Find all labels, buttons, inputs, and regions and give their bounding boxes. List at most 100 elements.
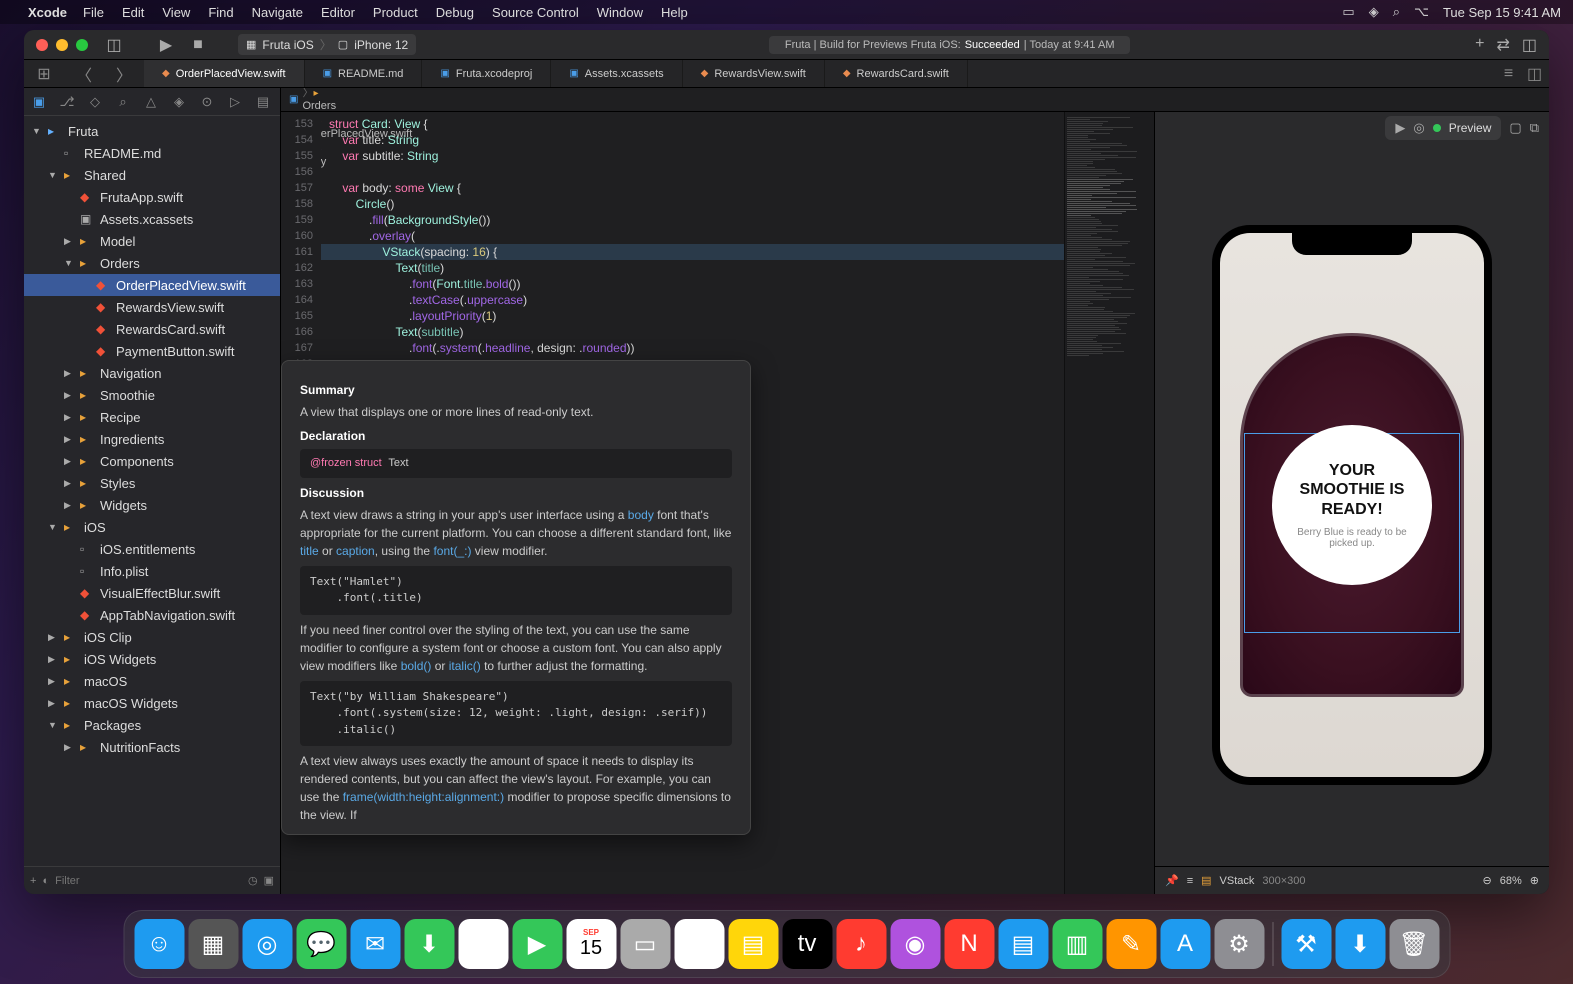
breakpoint-navigator-tab[interactable]: ▷ (226, 94, 244, 110)
filter-scope-button[interactable]: ◐ (42, 875, 49, 887)
disclosure-triangle-icon[interactable]: ▶ (64, 236, 76, 247)
stop-button[interactable]: ■ (186, 35, 210, 55)
tree-item-recipe[interactable]: ▶▸Recipe (24, 406, 280, 428)
add-target-button[interactable]: + (30, 875, 36, 887)
report-navigator-tab[interactable]: ▤ (254, 94, 272, 110)
tree-item-smoothie[interactable]: ▶▸Smoothie (24, 384, 280, 406)
tree-item-rewardsview-swift[interactable]: ◆RewardsView.swift (24, 296, 280, 318)
disclosure-triangle-icon[interactable]: ▶ (48, 632, 60, 643)
datetime[interactable]: Tue Sep 15 9:41 AM (1443, 5, 1561, 20)
disclosure-triangle-icon[interactable]: ▶ (48, 676, 60, 687)
tree-item-ios[interactable]: ▼▸iOS (24, 516, 280, 538)
preview-on-device-button[interactable]: ◎ (1413, 120, 1424, 136)
menu-source-control[interactable]: Source Control (492, 5, 579, 20)
tree-item-readme-md[interactable]: ▫README.md (24, 142, 280, 164)
disclosure-triangle-icon[interactable]: ▼ (32, 126, 44, 136)
tree-item-orderplacedview-swift[interactable]: ◆OrderPlacedView.swift (24, 274, 280, 296)
toggle-inspectors-button[interactable]: ◫ (1522, 35, 1537, 55)
battery-icon[interactable]: ▭ (1342, 4, 1354, 20)
dock-downloads-icon[interactable]: ⬇ (1335, 919, 1385, 969)
zoom-in-button[interactable]: ⊕ (1530, 874, 1539, 887)
debug-navigator-tab[interactable]: ⊙ (198, 94, 216, 110)
filter-input[interactable] (55, 875, 242, 887)
jump-bar[interactable]: ▣ ▸Fruta〉▸Shared〉▸Orders〉◆OrderPlacedVie… (281, 88, 1549, 112)
tab-fruta-xcodeproj[interactable]: ▣Fruta.xcodeproj (422, 60, 551, 87)
menu-editor[interactable]: Editor (321, 5, 355, 20)
dock-finder-icon[interactable]: ☺ (134, 919, 184, 969)
disclosure-triangle-icon[interactable]: ▶ (64, 390, 76, 401)
adjust-editor-button[interactable]: ◫ (1527, 64, 1542, 84)
activity-viewer[interactable]: Fruta | Build for Previews Fruta iOS: Su… (769, 36, 1131, 54)
menu-edit[interactable]: Edit (122, 5, 144, 20)
run-button[interactable]: ▶ (154, 35, 178, 55)
wifi-icon[interactable]: ◈ (1369, 4, 1379, 20)
canvas-viewport[interactable]: YOUR SMOOTHIE IS READY! Berry Blue is re… (1155, 144, 1549, 866)
dock-numbers-icon[interactable]: ▥ (1052, 919, 1102, 969)
doc-link-bold[interactable]: bold() (401, 659, 432, 673)
tab-rewardsview-swift[interactable]: ◆RewardsView.swift (683, 60, 825, 87)
dock-xcode-icon[interactable]: ⚒ (1281, 919, 1331, 969)
nav-back-button[interactable]: 〈 (64, 60, 104, 87)
menu-find[interactable]: Find (208, 5, 233, 20)
symbol-navigator-tab[interactable]: ◇ (86, 94, 104, 110)
jumpbar-orders[interactable]: Orders (302, 100, 412, 112)
tree-item-visualeffectblur-swift[interactable]: ◆VisualEffectBlur.swift (24, 582, 280, 604)
dock-messages-icon[interactable]: 💬 (296, 919, 346, 969)
dock-podcasts-icon[interactable]: ◉ (890, 919, 940, 969)
disclosure-triangle-icon[interactable]: ▶ (64, 368, 76, 379)
doc-link-frame[interactable]: frame(width:height:alignment:) (343, 790, 504, 804)
live-preview-button[interactable]: ▶ (1395, 120, 1405, 136)
issue-navigator-tab[interactable]: △ (142, 94, 160, 110)
tree-item-ios-entitlements[interactable]: ▫iOS.entitlements (24, 538, 280, 560)
tree-item-components[interactable]: ▶▸Components (24, 450, 280, 472)
dock-calendar-icon[interactable]: SEP15 (566, 919, 616, 969)
disclosure-triangle-icon[interactable]: ▶ (64, 456, 76, 467)
disclosure-triangle-icon[interactable]: ▶ (64, 500, 76, 511)
add-button[interactable]: + (1475, 35, 1484, 55)
tree-item-model[interactable]: ▶▸Model (24, 230, 280, 252)
view-hierarchy-button[interactable]: ≡ (1187, 875, 1193, 887)
dock-facetime-icon[interactable]: ▶ (512, 919, 562, 969)
tree-item-paymentbutton-swift[interactable]: ◆PaymentButton.swift (24, 340, 280, 362)
duplicate-preview-button[interactable]: ⧉ (1530, 120, 1539, 136)
tree-item-assets-xcassets[interactable]: ▣Assets.xcassets (24, 208, 280, 230)
minimize-window-button[interactable] (56, 39, 68, 51)
dock-mail-icon[interactable]: ✉ (350, 919, 400, 969)
tree-item-apptabnavigation-swift[interactable]: ◆AppTabNavigation.swift (24, 604, 280, 626)
tree-item-orders[interactable]: ▼▸Orders (24, 252, 280, 274)
disclosure-triangle-icon[interactable]: ▶ (64, 434, 76, 445)
disclosure-triangle-icon[interactable]: ▼ (48, 522, 60, 532)
zoom-level[interactable]: 68% (1500, 875, 1522, 887)
disclosure-triangle-icon[interactable]: ▼ (48, 720, 60, 730)
tab-assets-xcassets[interactable]: ▣Assets.xcassets (551, 60, 682, 87)
tree-item-navigation[interactable]: ▶▸Navigation (24, 362, 280, 384)
source-control-navigator-tab[interactable]: ⎇ (58, 94, 76, 110)
scheme-selector[interactable]: ▦ Fruta iOS 〉 ▢ iPhone 12 (238, 34, 416, 55)
doc-link-italic[interactable]: italic() (449, 659, 481, 673)
dock-safari-icon[interactable]: ◎ (242, 919, 292, 969)
close-window-button[interactable] (36, 39, 48, 51)
app-name[interactable]: Xcode (28, 5, 67, 20)
find-navigator-tab[interactable]: ⌕ (114, 94, 132, 110)
menu-window[interactable]: Window (597, 5, 643, 20)
dock-photos-icon[interactable]: ✿ (458, 919, 508, 969)
device-settings-button[interactable]: ▢ (1509, 120, 1521, 136)
tree-item-ingredients[interactable]: ▶▸Ingredients (24, 428, 280, 450)
spotlight-icon[interactable]: ⌕ (1393, 4, 1400, 20)
menu-file[interactable]: File (83, 5, 104, 20)
dock-pages-icon[interactable]: ✎ (1106, 919, 1156, 969)
menu-help[interactable]: Help (661, 5, 688, 20)
minimap[interactable] (1064, 112, 1154, 894)
project-tree[interactable]: ▼▸Fruta▫README.md▼▸Shared◆FrutaApp.swift… (24, 116, 280, 866)
disclosure-triangle-icon[interactable]: ▶ (64, 742, 76, 753)
tab-readme-md[interactable]: ▣README.md (305, 60, 423, 87)
tab-rewardscard-swift[interactable]: ◆RewardsCard.swift (825, 60, 968, 87)
disclosure-triangle-icon[interactable]: ▼ (64, 258, 76, 268)
doc-link-body[interactable]: body (628, 508, 654, 522)
menu-product[interactable]: Product (373, 5, 418, 20)
dock-appstore-icon[interactable]: A (1160, 919, 1210, 969)
dock-maps-icon[interactable]: ⬇ (404, 919, 454, 969)
dock-contacts-icon[interactable]: ▭ (620, 919, 670, 969)
nav-forward-button[interactable]: 〉 (104, 60, 144, 87)
menu-view[interactable]: View (162, 5, 190, 20)
